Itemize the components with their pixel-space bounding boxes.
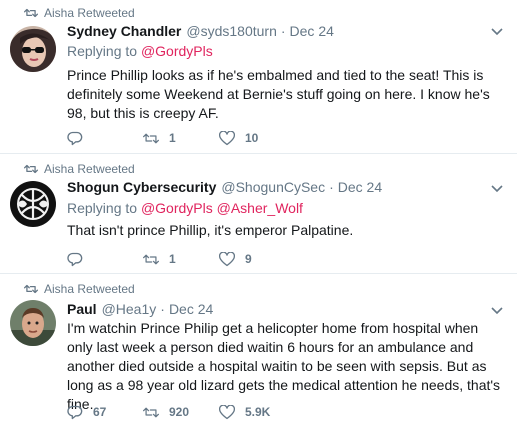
- man-avatar-icon: [10, 300, 56, 346]
- like-count: 10: [245, 131, 259, 145]
- retweet-small-icon: [24, 163, 38, 175]
- chevron-down-icon[interactable]: [491, 28, 505, 38]
- retweet-context[interactable]: Aisha Retweeted: [24, 162, 135, 176]
- tweet[interactable]: Aisha Retweeted Shogun Cybersecurity @Sh…: [0, 154, 517, 274]
- tweet-date[interactable]: Dec 24: [338, 179, 382, 195]
- replying-prefix: Replying to: [67, 43, 138, 59]
- reply-icon: [67, 252, 83, 266]
- shogun-logo-avatar-icon: [10, 181, 56, 227]
- reply-button[interactable]: 67: [67, 405, 143, 420]
- retweeted-by: Aisha Retweeted: [44, 6, 135, 20]
- author-name[interactable]: Paul: [67, 301, 97, 317]
- tweet-date[interactable]: Dec 24: [290, 23, 334, 39]
- tweet-header: Shogun Cybersecurity @ShogunCySec · Dec …: [67, 179, 487, 196]
- chevron-down-icon[interactable]: [491, 185, 505, 195]
- retweet-icon: [143, 133, 159, 143]
- retweet-small-icon: [24, 283, 38, 295]
- retweet-button[interactable]: 1: [143, 252, 219, 267]
- retweet-count: 1: [169, 252, 176, 266]
- tweet[interactable]: Aisha Retweeted Paul @Hea1y · Dec 24 I'm…: [0, 274, 517, 423]
- tweet-actions: 1 9: [67, 251, 295, 267]
- retweet-context[interactable]: Aisha Retweeted: [24, 6, 135, 20]
- chevron-down-icon[interactable]: [491, 307, 505, 317]
- heart-icon: [219, 251, 235, 266]
- tweet[interactable]: Aisha Retweeted Sydney Chandler @syds180…: [0, 0, 517, 154]
- tweet-header: Paul @Hea1y · Dec 24: [67, 301, 487, 318]
- tweet-text: That isn't prince Phillip, it's emperor …: [67, 222, 354, 238]
- retweet-small-icon: [24, 7, 38, 19]
- retweet-icon: [143, 254, 159, 264]
- replying-prefix: Replying to: [67, 200, 138, 216]
- separator-dot: ·: [280, 23, 286, 39]
- retweeted-by: Aisha Retweeted: [44, 162, 135, 176]
- mention-link[interactable]: @GordyPls: [141, 200, 213, 216]
- like-button[interactable]: 5.9K: [219, 404, 295, 420]
- author-handle[interactable]: @Hea1y: [102, 301, 157, 317]
- reply-icon: [67, 131, 83, 145]
- author-name[interactable]: Sydney Chandler: [67, 23, 181, 39]
- mention-link[interactable]: @GordyPls: [141, 43, 213, 59]
- retweet-button[interactable]: 920: [143, 405, 219, 420]
- avatar[interactable]: [10, 26, 56, 72]
- author-handle[interactable]: @ShogunCySec: [221, 179, 325, 195]
- heart-icon: [219, 130, 235, 145]
- avatar[interactable]: [10, 181, 56, 227]
- separator-dot: ·: [160, 301, 165, 317]
- mention-link[interactable]: @Asher_Wolf: [217, 200, 303, 216]
- author-handle[interactable]: @syds180turn: [186, 23, 276, 39]
- reply-icon: [67, 405, 83, 419]
- author-name[interactable]: Shogun Cybersecurity: [67, 179, 216, 195]
- retweet-context[interactable]: Aisha Retweeted: [24, 282, 135, 296]
- like-count: 9: [245, 252, 252, 266]
- reply-count: 67: [93, 405, 107, 419]
- tweet-actions: 67 920 5.9K: [67, 404, 295, 420]
- tweet-date[interactable]: Dec 24: [169, 301, 213, 317]
- separator-dot: ·: [329, 179, 334, 195]
- retweet-icon: [143, 407, 159, 417]
- avatar[interactable]: [10, 300, 56, 346]
- reply-button[interactable]: [67, 131, 143, 146]
- reply-button[interactable]: [67, 252, 143, 267]
- like-button[interactable]: 9: [219, 251, 295, 267]
- tweet-actions: 1 10: [67, 130, 295, 146]
- tweet-header: Sydney Chandler @syds180turn · Dec 24: [67, 23, 487, 40]
- retweet-count: 920: [169, 405, 190, 419]
- woman-sunglasses-avatar-icon: [10, 26, 56, 72]
- tweet-text: I'm watchin Prince Philip get a helicopt…: [67, 320, 501, 412]
- heart-icon: [219, 404, 235, 419]
- like-count: 5.9K: [245, 405, 271, 419]
- retweet-button[interactable]: 1: [143, 131, 219, 146]
- retweeted-by: Aisha Retweeted: [44, 282, 135, 296]
- like-button[interactable]: 10: [219, 130, 295, 146]
- tweet-text: Prince Phillip looks as if he's embalmed…: [67, 67, 490, 121]
- retweet-count: 1: [169, 131, 176, 145]
- replying-to: Replying to @GordyPls: [67, 43, 213, 59]
- replying-to: Replying to @GordyPls @Asher_Wolf: [67, 200, 303, 216]
